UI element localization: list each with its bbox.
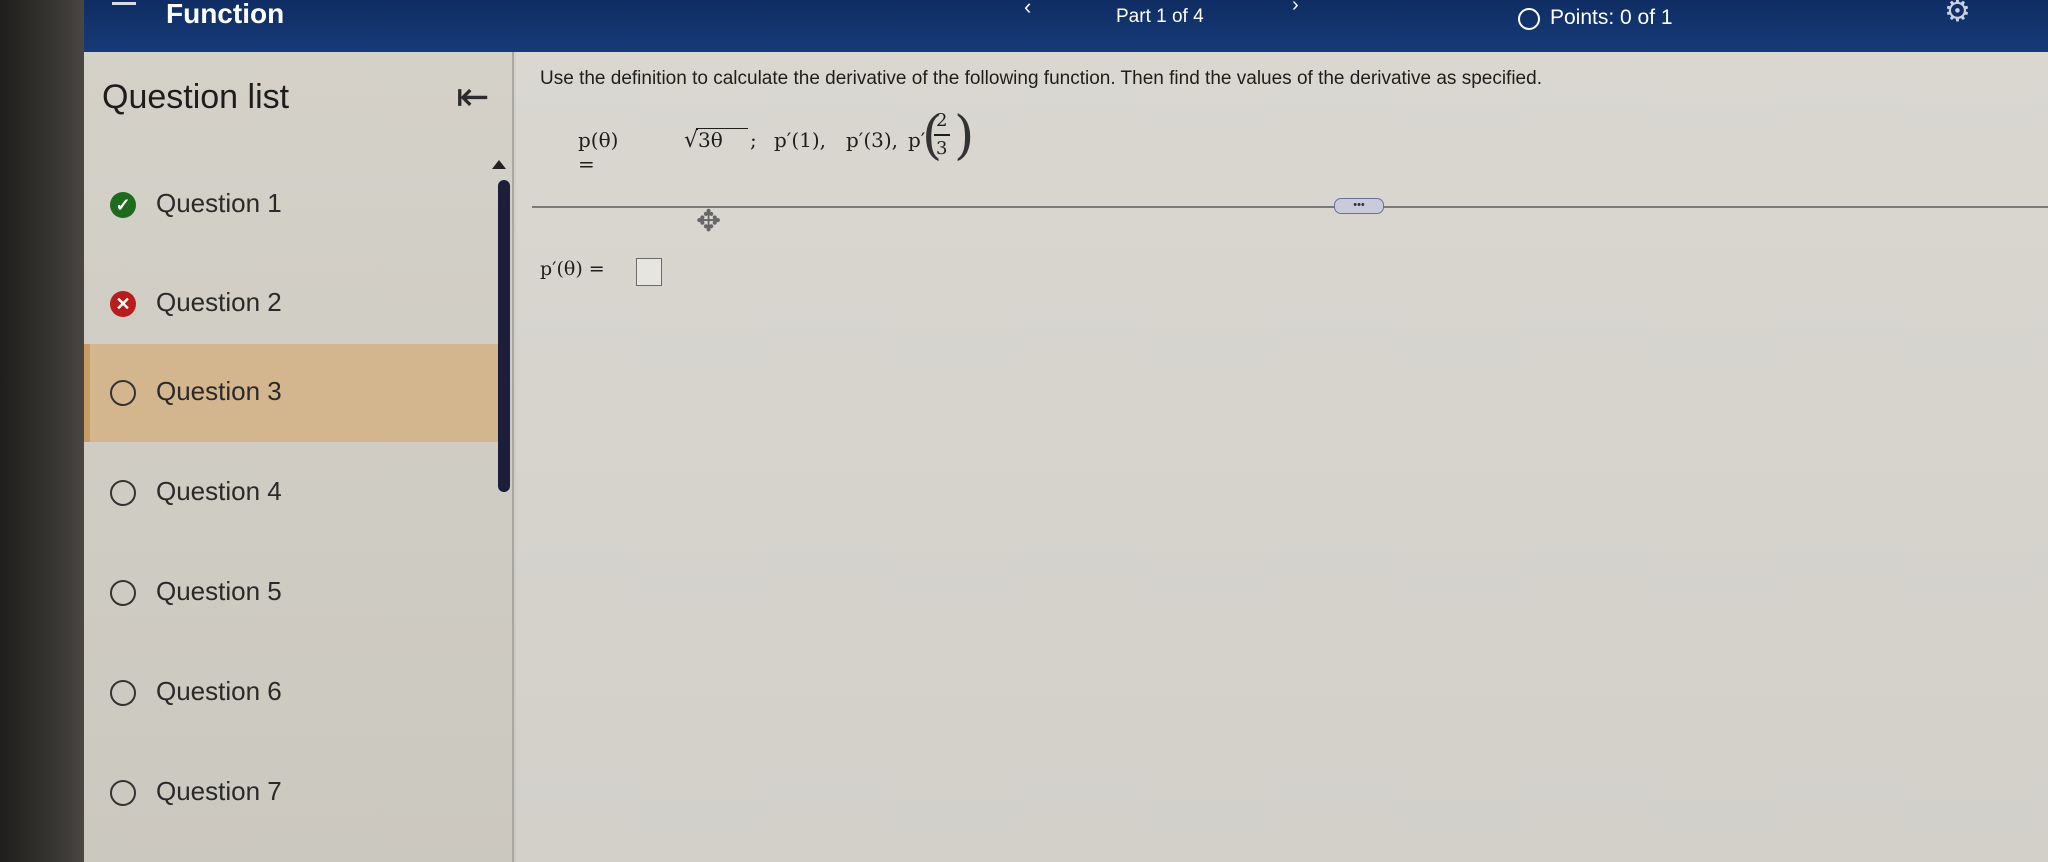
radicand: 3θ [698, 128, 723, 152]
question-label: Question 3 [156, 376, 282, 406]
fraction-bar [934, 134, 950, 136]
next-part-button[interactable]: › [1292, 0, 1299, 17]
function-lhs: p(θ) = [578, 128, 619, 176]
answer-label: p′(θ) = [540, 258, 605, 280]
derivative-at-1: p′(1), [774, 128, 827, 152]
move-cursor-icon: ✥ [696, 205, 722, 238]
menu-icon[interactable] [112, 2, 136, 5]
derivative-at-3: p′(3), [846, 128, 899, 152]
question-item-2[interactable]: ✕ Question 2 [84, 255, 494, 353]
question-item-4[interactable]: Question 4 [84, 444, 494, 542]
question-item-3[interactable]: Question 3 [84, 344, 500, 442]
semicolon: ; [750, 128, 757, 152]
fraction-numerator: 2 [936, 110, 948, 131]
question-item-7[interactable]: Question 7 [84, 744, 494, 842]
scroll-up-arrow[interactable] [492, 160, 506, 169]
collapse-panel-icon[interactable]: ⇤ [456, 74, 490, 120]
answer-input[interactable] [636, 258, 662, 286]
question-content: Use the definition to calculate the deri… [516, 52, 2048, 862]
checkmark-icon: ✓ [110, 192, 136, 218]
question-list-title: Question list [102, 78, 290, 116]
circle-outline-icon [110, 380, 136, 406]
question-item-1[interactable]: ✓ Question 1 [84, 156, 494, 254]
panel-divider [512, 52, 514, 862]
top-bar: Function ‹ Part 1 of 4 › Points: 0 of 1 … [84, 0, 2048, 52]
question-label: Question 6 [156, 676, 282, 706]
assignment-title: Function [166, 0, 285, 29]
scrollbar-thumb[interactable] [498, 180, 510, 492]
question-item-6[interactable]: Question 6 [84, 644, 494, 742]
question-item-5[interactable]: Question 5 [84, 544, 494, 642]
previous-part-button[interactable]: ‹ [1024, 0, 1031, 20]
question-label: Question 1 [156, 188, 282, 218]
right-paren: ) [954, 106, 975, 166]
gear-icon[interactable]: ⚙ [1944, 0, 1971, 29]
question-instruction: Use the definition to calculate the deri… [540, 68, 1542, 89]
question-label: Question 7 [156, 776, 282, 806]
fraction-denominator: 3 [936, 138, 948, 159]
points-circle-icon [1518, 8, 1540, 30]
screen-bezel [0, 0, 84, 862]
question-label: Question 5 [156, 576, 282, 606]
points-label: Points: 0 of 1 [1550, 6, 1673, 29]
question-list-panel: Question list ⇤ ✓ Question 1 ✕ Question … [84, 52, 516, 862]
question-label: Question 2 [156, 287, 282, 317]
section-divider [532, 206, 2048, 208]
circle-outline-icon [110, 480, 136, 506]
x-mark-icon: ✕ [110, 291, 136, 317]
circle-outline-icon [110, 780, 136, 806]
question-label: Question 4 [156, 476, 282, 506]
more-options-button[interactable]: ••• [1334, 198, 1384, 214]
part-indicator: Part 1 of 4 [1116, 6, 1204, 27]
circle-outline-icon [110, 580, 136, 606]
circle-outline-icon [110, 680, 136, 706]
